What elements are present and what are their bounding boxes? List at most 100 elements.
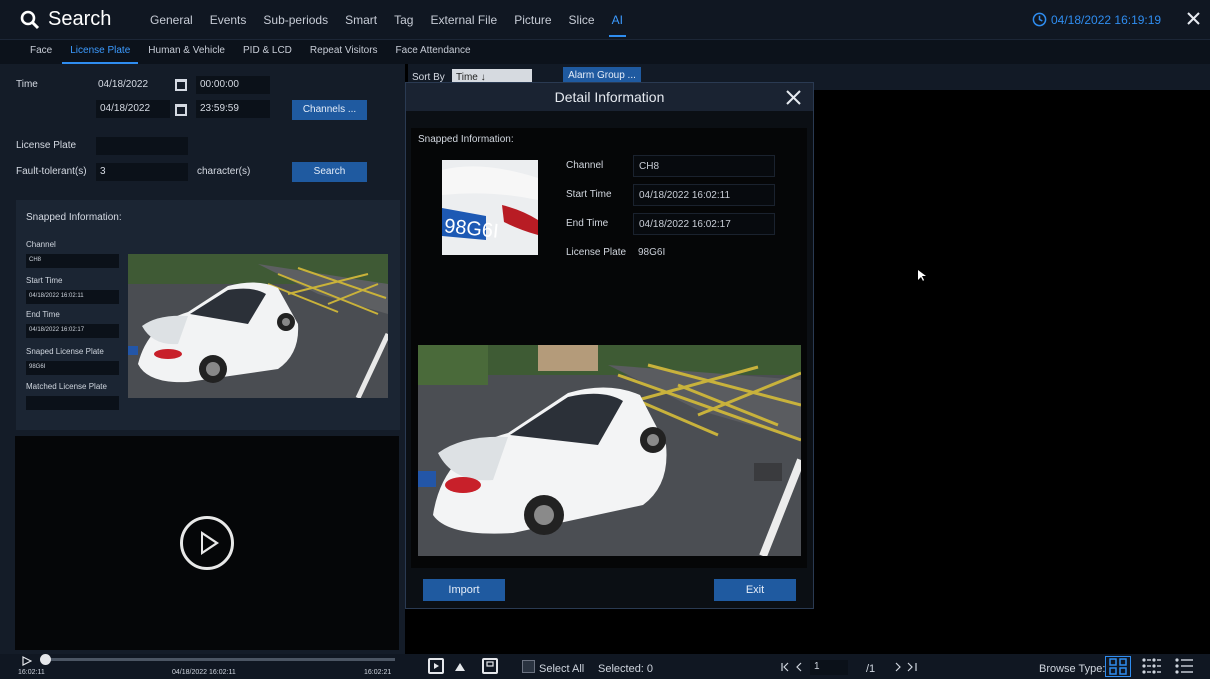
end-time-label: End Time [26,310,60,319]
dialog-plate-label: License Plate [566,247,627,258]
license-plate-input[interactable] [96,137,188,155]
grid-view-icon [1109,658,1127,675]
tab-events[interactable]: Events [210,13,247,37]
subtab-face-attendance[interactable]: Face Attendance [396,45,471,64]
video-player[interactable] [15,436,399,650]
search-title: Search [20,8,111,31]
list-view-button[interactable] [1172,656,1198,677]
timeline-mid-time: 04/18/2022 16:02:11 [172,669,236,676]
calendar-icon[interactable] [175,104,187,116]
license-plate-label: License Plate [16,140,77,151]
browse-type-label: Browse Type: [1039,663,1106,675]
channels-button[interactable]: Channels ... [292,100,367,120]
datetime-text: 04/18/2022 16:19:19 [1051,12,1162,27]
dialog-end-time-value: 04/18/2022 16:02:17 [633,213,775,235]
sub-tabs: Face License Plate Human & Vehicle PID &… [30,45,489,64]
start-time-field[interactable]: 00:00:00 [196,76,270,94]
main-tabs: General Events Sub-periods Smart Tag Ext… [150,13,640,37]
matched-plate-value [26,396,119,410]
play-icon [203,535,215,551]
subtab-human-vehicle[interactable]: Human & Vehicle [148,45,225,64]
tab-slice[interactable]: Slice [569,13,595,37]
end-date-field[interactable]: 04/18/2022 [96,100,170,118]
list-view-icon [1175,658,1193,674]
calendar-icon[interactable] [175,79,187,91]
plate-thumbnail-image: 98G6I [442,160,538,255]
system-datetime: 04/18/2022 16:19:19 [1032,12,1161,27]
play-button[interactable] [180,516,234,570]
mouse-cursor-icon [918,270,926,281]
playback-timeline[interactable] [45,658,395,661]
subtab-pid-lcd[interactable]: PID & LCD [243,45,292,64]
start-date-field[interactable]: 04/18/2022 [98,79,148,90]
timeline-handle[interactable] [40,654,51,665]
exit-button[interactable]: Exit [714,579,796,601]
dialog-channel-value: CH8 [633,155,775,177]
close-icon [1187,12,1200,25]
timeline-end-time: 16:02:21 [364,669,392,676]
channel-value: CH8 [26,254,119,268]
channel-label: Channel [26,240,56,249]
scene-image[interactable] [418,345,801,556]
page-number-input[interactable]: 1 [810,660,848,675]
next-page-icons[interactable] [893,662,921,672]
dialog-header: Detail Information [406,83,813,111]
tab-general[interactable]: General [150,13,193,37]
snapshot-scene-image[interactable] [128,254,388,398]
page-title: Search [48,8,112,30]
search-icon [20,10,40,29]
tab-tag[interactable]: Tag [394,13,413,37]
save-button[interactable] [482,658,498,674]
filter-panel: Time 04/18/2022 00:00:00 04/18/2022 23:5… [0,64,405,654]
sub-tab-bar: Face License Plate Human & Vehicle PID &… [0,40,1210,64]
clock-icon [1032,12,1047,27]
dialog-title: Detail Information [554,89,665,105]
tab-sub-periods[interactable]: Sub-periods [263,13,328,37]
select-all-checkbox[interactable] [522,660,535,673]
snaped-plate-value: 98G6I [26,361,119,375]
grid-view-button[interactable] [1105,656,1131,677]
search-button[interactable]: Search [292,162,367,182]
close-search-button[interactable] [1187,9,1200,30]
dialog-end-time-label: End Time [566,218,609,229]
bottom-bar: 16:02:11 04/18/2022 16:02:11 16:02:21 Se… [0,654,1210,679]
plate-thumbnail[interactable]: 98G6I [442,160,538,255]
fault-tolerant-input[interactable]: 3 [96,163,188,181]
caret-up-icon[interactable] [455,663,465,671]
end-time-field[interactable]: 23:59:59 [196,100,270,118]
tab-external-file[interactable]: External File [430,13,497,37]
save-icon [486,661,494,667]
playback-play-icon[interactable] [22,656,32,666]
detail-list-view-button[interactable] [1139,656,1165,677]
snapped-info-title: Snapped Information: [26,212,122,223]
close-icon [786,90,801,105]
fault-tolerant-label: Fault-tolerant(s) [16,166,87,177]
tab-smart[interactable]: Smart [345,13,377,37]
selected-count: Selected: 0 [598,663,654,675]
detail-list-icon [1142,658,1161,674]
snapped-info-panel: Snapped Information: Channel CH8 Start T… [16,200,400,430]
start-time-value: 04/18/2022 16:02:11 [26,290,119,304]
page-nav-icons [781,662,802,672]
end-time-value: 04/18/2022 16:02:17 [26,324,119,338]
dialog-snapped-label: Snapped Information: [418,134,514,145]
subtab-repeat-visitors[interactable]: Repeat Visitors [310,45,378,64]
play-icon [434,663,439,669]
subtab-license-plate[interactable]: License Plate [62,45,139,64]
top-bar: Search General Events Sub-periods Smart … [0,0,1210,40]
subtab-face[interactable]: Face [30,45,52,64]
tab-picture[interactable]: Picture [514,13,551,37]
import-button[interactable]: Import [423,579,505,601]
page-total: /1 [866,663,876,675]
tab-ai[interactable]: AI [608,13,627,37]
dialog-channel-label: Channel [566,160,604,171]
dialog-start-time-label: Start Time [566,189,612,200]
start-time-label: Start Time [26,276,63,285]
snaped-plate-label: Snaped License Plate [26,347,104,356]
play-selected-button[interactable] [428,658,444,674]
matched-plate-label: Matched License Plate [26,382,107,391]
timeline-start-time: 16:02:11 [18,669,45,676]
select-all-label: Select All [539,663,585,675]
character-label: character(s) [197,166,251,177]
dialog-close-button[interactable] [786,86,801,111]
